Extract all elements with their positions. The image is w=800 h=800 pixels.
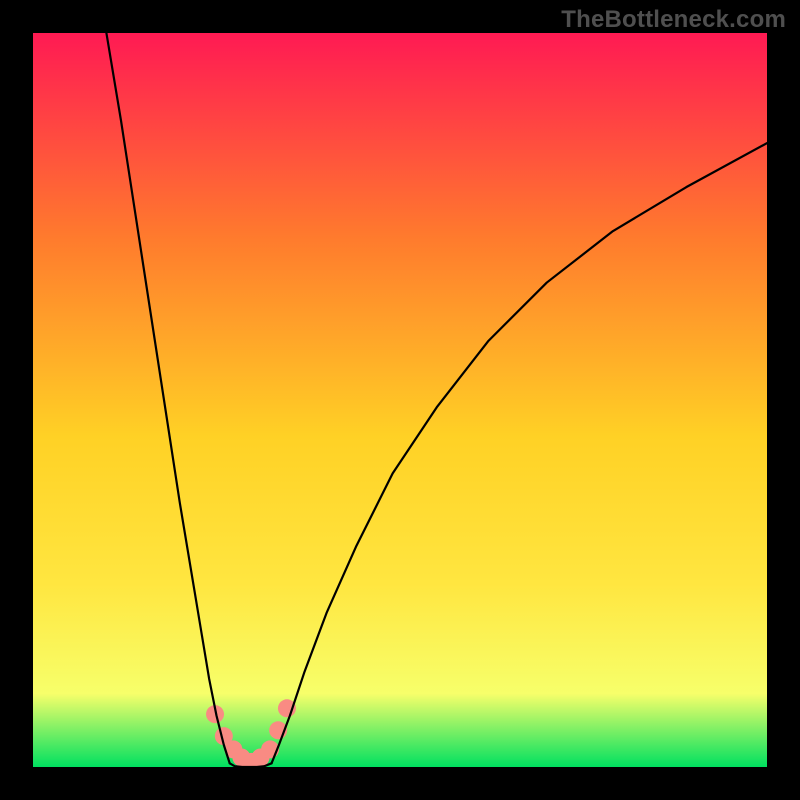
chart-svg: [33, 33, 767, 767]
plot-area: [33, 33, 767, 767]
watermark-text: TheBottleneck.com: [561, 6, 786, 34]
chart-container: TheBottleneck.com: [0, 0, 800, 800]
gradient-background: [33, 33, 767, 767]
